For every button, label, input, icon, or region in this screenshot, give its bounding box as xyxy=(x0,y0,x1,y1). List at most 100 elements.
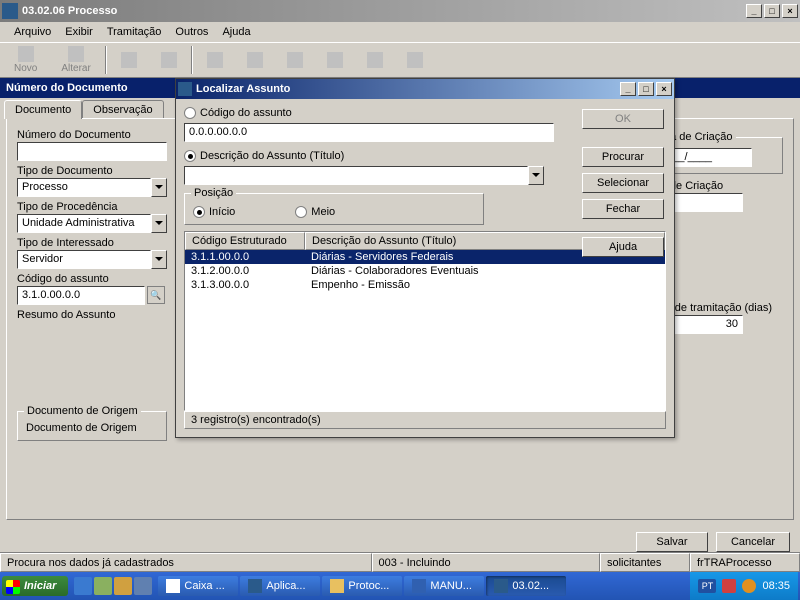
input-tipo-interessado[interactable]: Servidor xyxy=(17,250,151,269)
tool-6[interactable] xyxy=(237,50,273,70)
list-row[interactable]: 3.1.2.00.0.0 Diárias - Colaboradores Eve… xyxy=(185,264,665,278)
tool-3[interactable] xyxy=(111,50,147,70)
input-descricao-search[interactable] xyxy=(184,166,528,185)
input-codigo-search[interactable]: 0.0.0.00.0.0 xyxy=(184,123,554,142)
salvar-button[interactable]: Salvar xyxy=(636,532,708,552)
dropdown-tipo-documento[interactable] xyxy=(151,178,167,197)
tool-icon xyxy=(407,52,423,68)
menu-ajuda[interactable]: Ajuda xyxy=(216,24,256,40)
tool-icon xyxy=(121,52,137,68)
dropdown-descricao-search[interactable] xyxy=(528,166,544,185)
menu-tramitacao[interactable]: Tramitação xyxy=(101,24,168,40)
status-mode: 003 - Incluindo xyxy=(372,553,601,572)
menubar: Arquivo Exibir Tramitação Outros Ajuda xyxy=(0,22,800,42)
input-tipo-documento[interactable]: Processo xyxy=(17,178,151,197)
tool-7[interactable] xyxy=(277,50,313,70)
app-icon xyxy=(248,579,262,593)
radio-codigo-label: Código do assunto xyxy=(200,107,292,119)
label-num-documento: Número do Documento xyxy=(17,129,177,141)
label-tipo-interessado: Tipo de Interessado xyxy=(17,237,177,249)
tool-10[interactable] xyxy=(397,50,433,70)
input-codigo-assunto[interactable]: 3.1.0.00.0.0 xyxy=(17,286,145,305)
tray-icon[interactable] xyxy=(722,579,736,593)
toolbar-separator xyxy=(191,46,193,74)
window-title: 03.02.06 Processo xyxy=(22,5,746,17)
list-row[interactable]: 3.1.3.00.0.0 Empenho - Emissão xyxy=(185,278,665,292)
radio-descricao-assunto[interactable]: Descrição do Assunto (Título) xyxy=(184,150,554,162)
tool-icon xyxy=(287,52,303,68)
column-codigo[interactable]: Código Estruturado xyxy=(185,232,305,250)
main-titlebar: 03.02.06 Processo _ □ × xyxy=(0,0,800,22)
quicklaunch-icon[interactable] xyxy=(134,577,152,595)
radio-meio[interactable]: Meio xyxy=(295,206,335,218)
status-form: frTRAProcesso xyxy=(690,553,800,572)
tool-icon xyxy=(327,52,343,68)
cell-codigo: 3.1.1.00.0.0 xyxy=(185,250,305,264)
radio-inicio[interactable]: Início xyxy=(193,206,235,218)
tool-8[interactable] xyxy=(317,50,353,70)
label-resumo-assunto: Resumo do Assunto xyxy=(17,309,177,321)
group-documento-origem: Documento de Origem xyxy=(24,405,141,417)
taskbar-item-active[interactable]: 03.02... xyxy=(486,576,566,596)
group-posicao: Posição xyxy=(191,187,236,199)
dialog-localizar-assunto: Localizar Assunto _ □ × Código do assunt… xyxy=(175,78,675,438)
tool-novo[interactable]: Novo xyxy=(4,44,47,76)
taskbar-item[interactable]: Aplica... xyxy=(240,576,320,596)
dropdown-tipo-procedencia[interactable] xyxy=(151,214,167,233)
status-message: Procura nos dados já cadastrados xyxy=(0,553,372,572)
cell-codigo: 3.1.2.00.0.0 xyxy=(185,264,305,278)
dialog-titlebar[interactable]: Localizar Assunto _ □ × xyxy=(176,79,674,99)
dialog-close-button[interactable]: × xyxy=(656,82,672,96)
tool-9[interactable] xyxy=(357,50,393,70)
section-header-label: Número do Documento xyxy=(6,82,128,94)
selecionar-button[interactable]: Selecionar xyxy=(582,173,664,193)
tab-observacao[interactable]: Observação xyxy=(82,100,163,119)
fechar-button[interactable]: Fechar xyxy=(582,199,664,219)
quicklaunch-icon[interactable] xyxy=(114,577,132,595)
print-icon xyxy=(161,52,177,68)
folder-icon xyxy=(330,579,344,593)
app-icon xyxy=(166,579,180,593)
tray-icon[interactable] xyxy=(742,579,756,593)
results-listview: Código Estruturado Descrição do Assunto … xyxy=(184,231,666,411)
listview-status: 3 registro(s) encontrado(s) xyxy=(184,411,666,429)
quicklaunch-ie-icon[interactable] xyxy=(74,577,92,595)
minimize-button[interactable]: _ xyxy=(746,4,762,18)
menu-outros[interactable]: Outros xyxy=(169,24,214,40)
dialog-minimize-button[interactable]: _ xyxy=(620,82,636,96)
menu-arquivo[interactable]: Arquivo xyxy=(8,24,57,40)
dropdown-tipo-interessado[interactable] xyxy=(151,250,167,269)
tool-icon xyxy=(207,52,223,68)
cancelar-button[interactable]: Cancelar xyxy=(716,532,790,552)
tool-alterar[interactable]: Alterar xyxy=(51,44,100,76)
close-button[interactable]: × xyxy=(782,4,798,18)
dialog-title: Localizar Assunto xyxy=(196,83,620,95)
taskbar-item[interactable]: Protoc... xyxy=(322,576,402,596)
procurar-button[interactable]: Procurar xyxy=(582,147,664,167)
app-icon xyxy=(2,3,18,19)
new-icon xyxy=(18,46,34,62)
start-button[interactable]: Iniciar xyxy=(2,576,68,596)
word-icon xyxy=(412,579,426,593)
dialog-maximize-button[interactable]: □ xyxy=(638,82,654,96)
ok-button[interactable]: OK xyxy=(582,109,664,129)
menu-exibir[interactable]: Exibir xyxy=(59,24,99,40)
label-codigo-assunto: Código do assunto xyxy=(17,273,177,285)
tool-4[interactable] xyxy=(151,50,187,70)
quicklaunch-icon[interactable] xyxy=(94,577,112,595)
input-tipo-procedencia[interactable]: Unidade Administrativa xyxy=(17,214,151,233)
radio-inicio-label: Início xyxy=(209,206,235,218)
maximize-button[interactable]: □ xyxy=(764,4,780,18)
radio-meio-label: Meio xyxy=(311,206,335,218)
taskbar: Iniciar Caixa ... Aplica... Protoc... MA… xyxy=(0,572,800,600)
tab-documento[interactable]: Documento xyxy=(4,100,82,119)
radio-codigo-assunto[interactable]: Código do assunto xyxy=(184,107,554,119)
ajuda-button[interactable]: Ajuda xyxy=(582,237,664,257)
input-num-documento[interactable] xyxy=(17,142,167,161)
taskbar-item[interactable]: Caixa ... xyxy=(158,576,238,596)
lookup-assunto-button[interactable] xyxy=(147,286,165,304)
tool-5[interactable] xyxy=(197,50,233,70)
language-indicator[interactable]: PT xyxy=(698,579,716,593)
taskbar-item[interactable]: MANU... xyxy=(404,576,484,596)
radio-descricao-label: Descrição do Assunto (Título) xyxy=(200,150,344,162)
